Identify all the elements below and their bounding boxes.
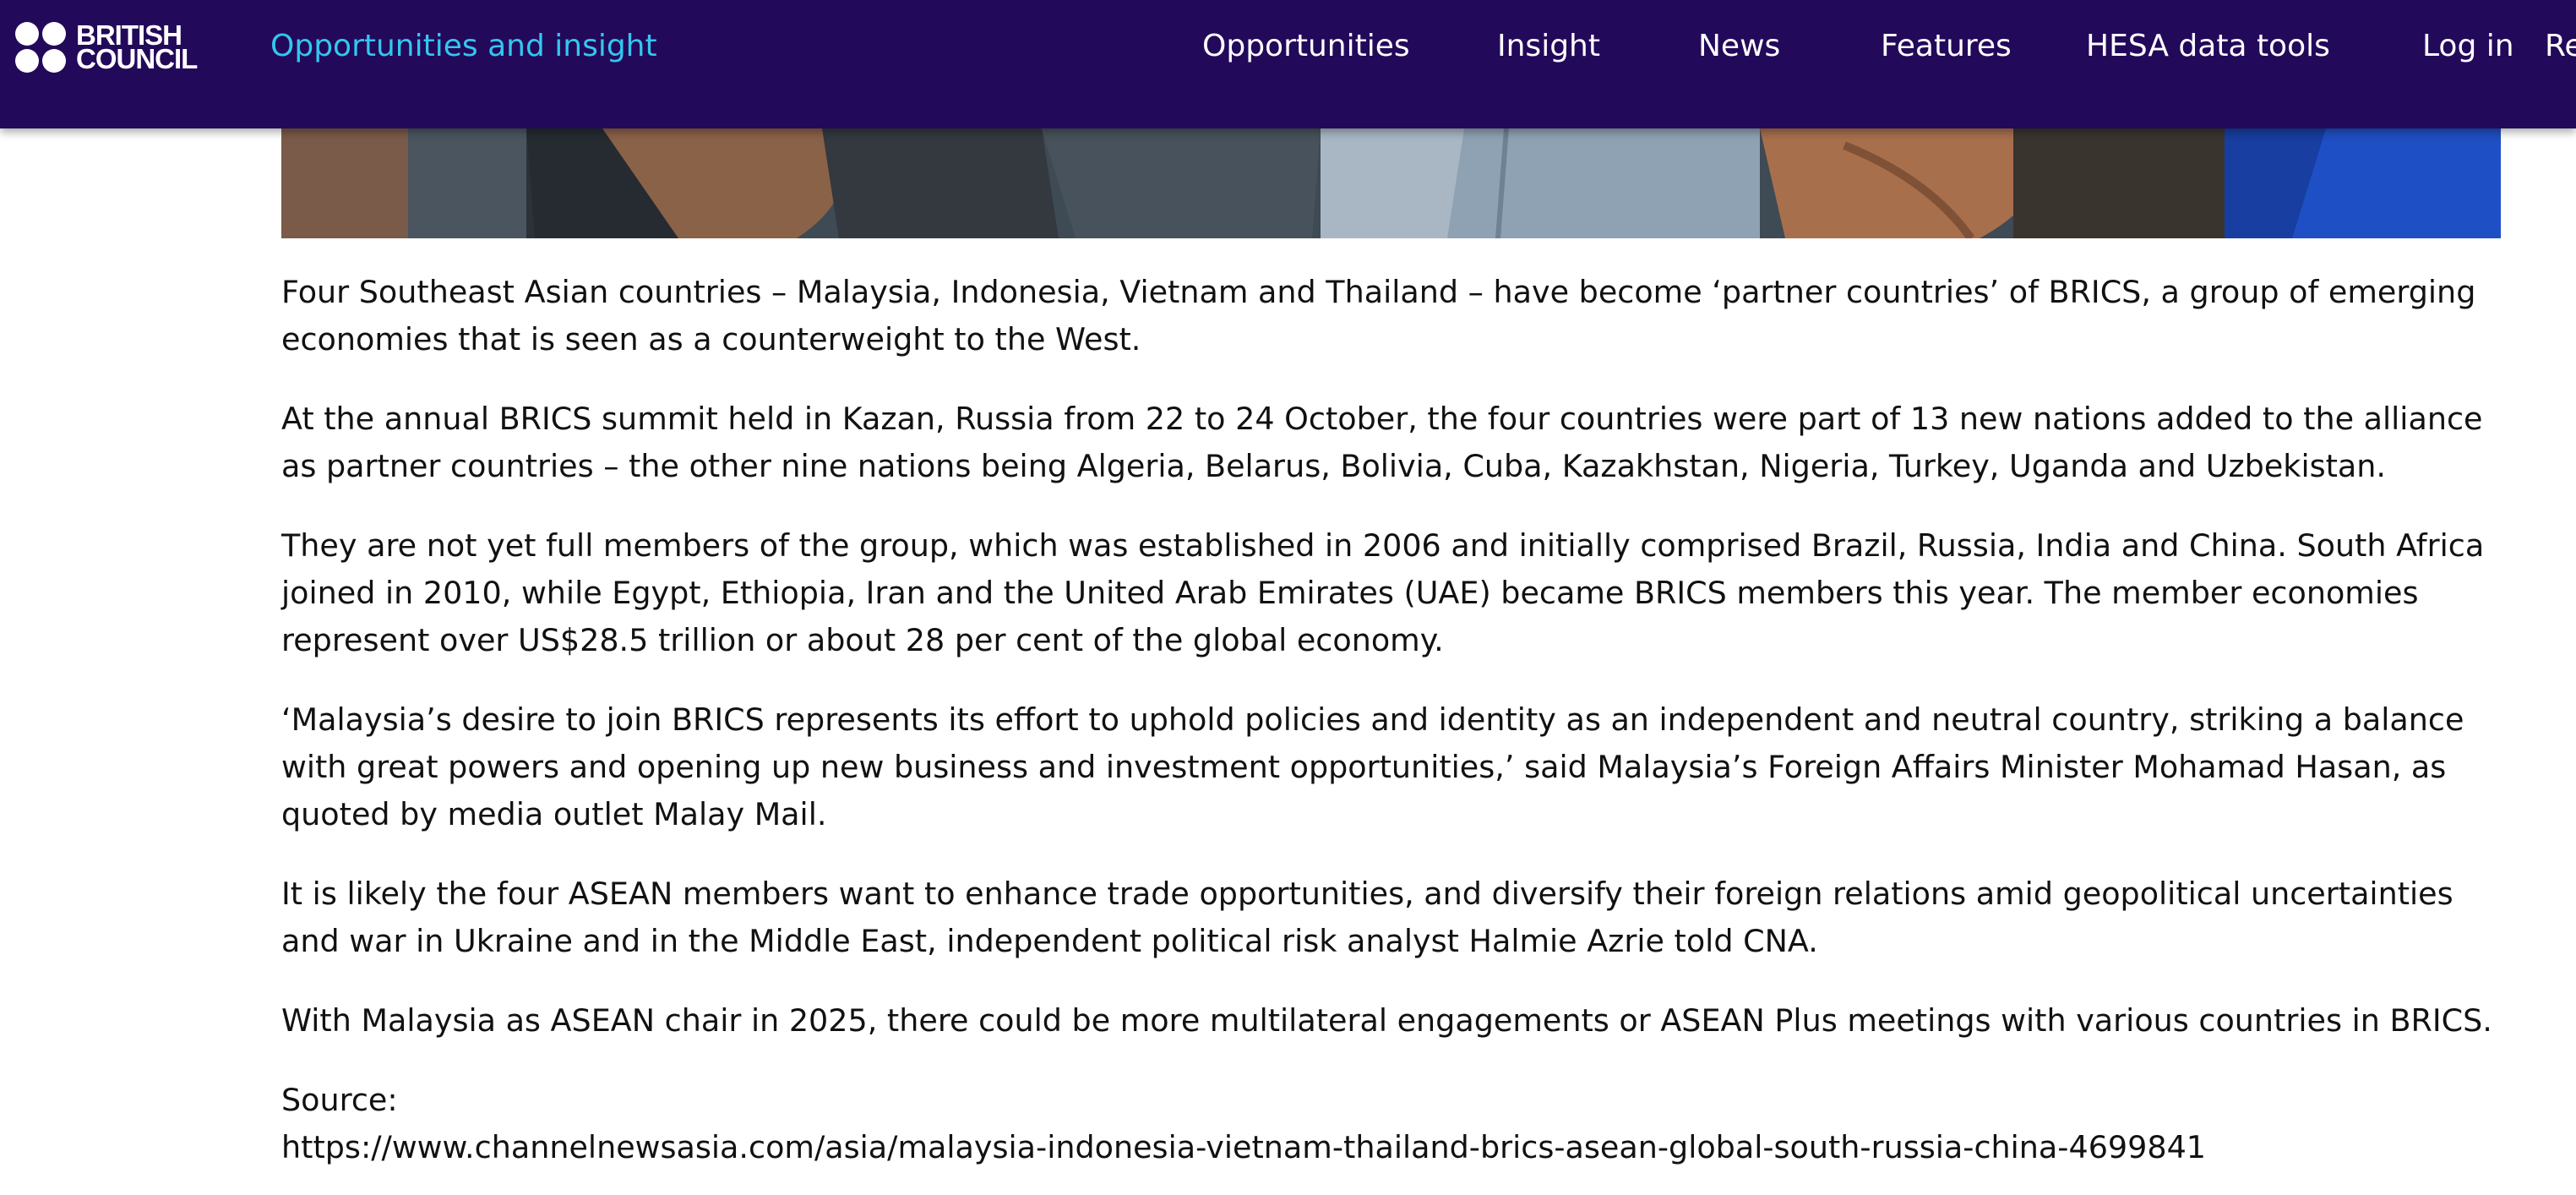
site-title-link[interactable]: Opportunities and insight [270, 25, 657, 68]
article-paragraph-6: With Malaysia as ASEAN chair in 2025, th… [281, 1002, 2492, 1039]
article-hero-image [281, 128, 2501, 238]
nav-news[interactable]: News [1698, 25, 1780, 68]
nav-insight[interactable]: Insight [1497, 25, 1600, 68]
nav-opportunities[interactable]: Opportunities [1202, 25, 1410, 68]
article-paragraph-1: Four Southeast Asian countries – Malaysi… [281, 274, 2476, 357]
nav-features[interactable]: Features [1881, 25, 2012, 68]
article-paragraph-3: They are not yet full members of the gro… [281, 527, 2485, 658]
nav-hesa-data-tools[interactable]: HESA data tools [2086, 25, 2330, 68]
top-navigation-bar: BRITISH COUNCIL Opportunities and insigh… [0, 0, 2576, 128]
logo-dots-icon [15, 22, 66, 73]
article-paragraph-5: It is likely the four ASEAN members want… [281, 876, 2453, 959]
article-body: Four Southeast Asian countries – Malaysi… [281, 269, 2512, 1171]
logo-wordmark: BRITISH COUNCIL [76, 19, 198, 74]
nav-log-in[interactable]: Log in [2422, 25, 2514, 68]
nav-register[interactable]: Re [2545, 25, 2576, 68]
british-council-logo[interactable]: BRITISH COUNCIL [15, 19, 198, 74]
source-link[interactable]: https://www.channelnewsasia.com/asia/mal… [281, 1129, 2206, 1165]
source-label: Source: [281, 1082, 398, 1118]
article-paragraph-2: At the annual BRICS summit held in Kazan… [281, 401, 2483, 484]
article-paragraph-4: ‘Malaysia’s desire to join BRICS represe… [281, 701, 2464, 832]
